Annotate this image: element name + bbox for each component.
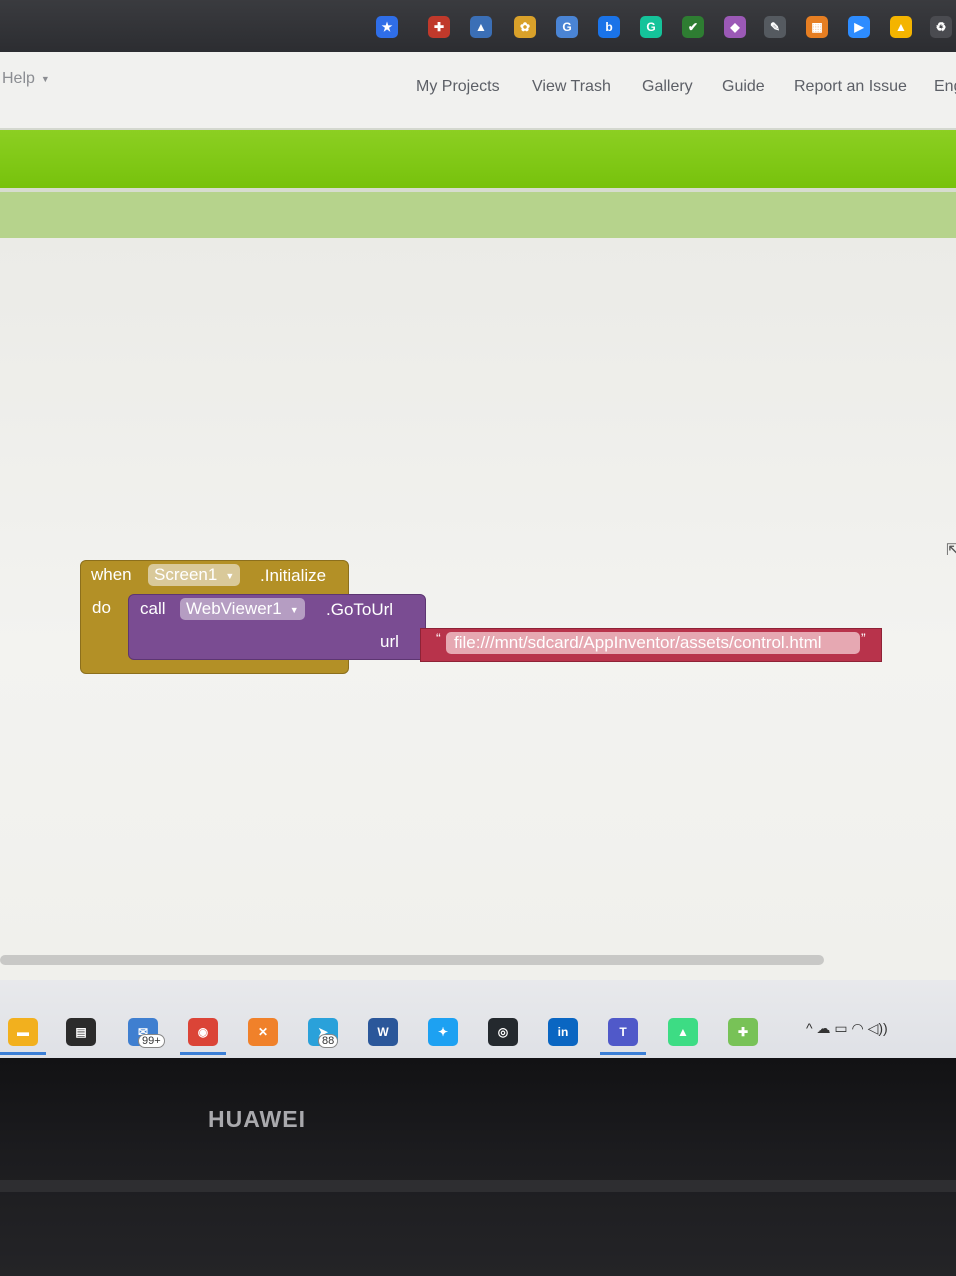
open-quote: “ xyxy=(436,630,441,646)
app-header: Help ▼ My Projects View Trash Gallery Gui… xyxy=(0,52,956,128)
android-studio-icon[interactable]: ▲ xyxy=(668,1018,698,1046)
puzzle-icon[interactable]: ✿ xyxy=(514,16,536,38)
notification-badge: 99+ xyxy=(138,1034,165,1048)
github-icon[interactable]: ◎ xyxy=(488,1018,518,1046)
workspace-horizontal-scrollbar[interactable] xyxy=(0,955,824,965)
nav-my-projects[interactable]: My Projects xyxy=(416,78,500,96)
webviewer-component-dropdown[interactable]: WebViewer1 ▼ xyxy=(180,598,305,620)
help-menu[interactable]: Help ▼ xyxy=(2,70,50,88)
event-name: .Initialize xyxy=(260,566,327,585)
linkedin-icon[interactable]: in xyxy=(548,1018,578,1046)
laptop-brand-logo: HUAWEI xyxy=(208,1106,306,1132)
building-icon[interactable]: ▲ xyxy=(470,16,492,38)
file-explorer-icon[interactable]: ▬ xyxy=(8,1018,38,1046)
screen-component-name: Screen1 xyxy=(154,565,218,584)
active-app-indicator xyxy=(600,1052,646,1055)
feather-icon[interactable]: ◆ xyxy=(724,16,746,38)
xampp-icon[interactable]: ✕ xyxy=(248,1018,278,1046)
nav-gallery[interactable]: Gallery xyxy=(642,78,693,96)
url-param-label: url xyxy=(380,632,399,651)
do-label: do xyxy=(92,598,111,617)
browser-extensions-bar: ★ ✚ ▲ ✿ Gb G ✔ ◆ ✎ ▦ ▶ ▲ ♻ xyxy=(0,0,956,52)
mouse-cursor-icon: ⇱ xyxy=(946,542,956,559)
call-label: call xyxy=(140,599,166,618)
pen-icon[interactable]: ✎ xyxy=(764,16,786,38)
checkmark-icon[interactable]: ✔ xyxy=(682,16,704,38)
google-translate-icon[interactable]: G xyxy=(556,16,578,38)
microsoft-store-icon[interactable]: ▤ xyxy=(66,1018,96,1046)
nav-view-trash[interactable]: View Trash xyxy=(532,78,611,96)
twitter-icon[interactable]: ✦ xyxy=(428,1018,458,1046)
active-app-indicator xyxy=(180,1052,226,1055)
recycle-icon[interactable]: ♻ xyxy=(930,16,952,38)
b-extension-icon[interactable]: b xyxy=(598,16,620,38)
word-icon[interactable]: W xyxy=(368,1018,398,1046)
close-quote: ” xyxy=(861,630,866,646)
color-grid-icon[interactable]: ▦ xyxy=(806,16,828,38)
shield-crest-icon[interactable]: ✚ xyxy=(428,16,450,38)
chrome-icon[interactable]: ◉ xyxy=(188,1018,218,1046)
caret-down-icon: ▼ xyxy=(40,73,50,84)
laptop-hinge xyxy=(0,1180,956,1192)
blocks-subtoolbar xyxy=(0,188,956,242)
designer-toolbar xyxy=(0,128,956,188)
zoom-icon[interactable]: ▶ xyxy=(848,16,870,38)
webviewer-component-name: WebViewer1 xyxy=(186,599,282,618)
help-label: Help xyxy=(2,70,35,87)
teams-icon[interactable]: T xyxy=(608,1018,638,1046)
when-label: when xyxy=(91,565,132,584)
url-text-field[interactable]: file:///mnt/sdcard/AppInventor/assets/co… xyxy=(446,632,860,654)
nav-language[interactable]: Eng xyxy=(934,78,956,96)
notification-badge: 88 xyxy=(318,1034,339,1048)
android-icon[interactable]: ✚ xyxy=(728,1018,758,1046)
method-name: .GoToUrl xyxy=(326,600,394,619)
nav-guide[interactable]: Guide xyxy=(722,78,765,96)
google-drive-icon[interactable]: ▲ xyxy=(890,16,912,38)
dropdown-arrow-icon: ▼ xyxy=(225,570,235,581)
nav-report-issue[interactable]: Report an Issue xyxy=(794,78,907,96)
star-bookmark-icon[interactable]: ★ xyxy=(376,16,398,38)
windows-taskbar: ▬ ▤ ✉ 99+ ◉ ✕ ➤ 88 W ✦ ◎ in T ▲ ✚ xyxy=(0,980,956,1058)
screen-component-dropdown[interactable]: Screen1 ▼ xyxy=(148,564,241,586)
active-app-indicator xyxy=(0,1052,46,1055)
grammarly-icon[interactable]: G xyxy=(640,16,662,38)
laptop-bezel xyxy=(0,1058,956,1276)
dropdown-arrow-icon: ▼ xyxy=(289,604,299,615)
system-tray[interactable]: ^ ☁ ▭ ◠ ◁)) xyxy=(806,1020,888,1037)
